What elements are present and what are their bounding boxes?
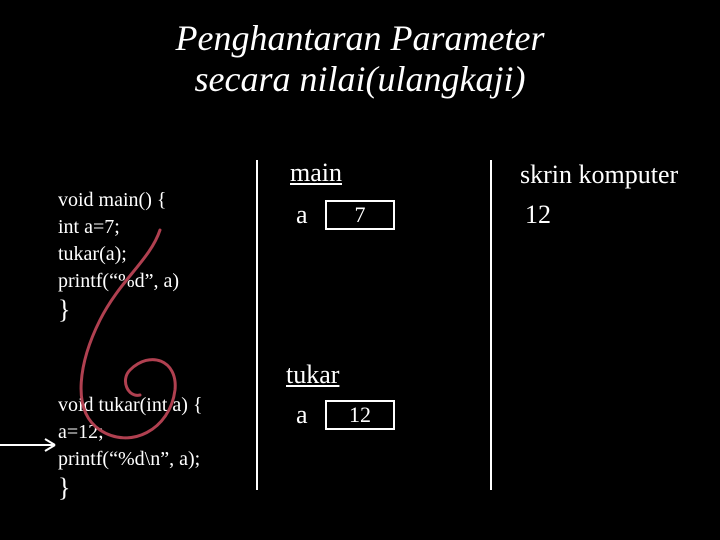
divider-right [490,160,492,490]
output-value: 12 [525,200,551,230]
title-line2: secara nilai(ulangkaji) [195,59,526,99]
var-box-main-a: 7 [325,200,395,230]
title-line1: Penghantaran Parameter [176,18,545,58]
section-label-screen: skrin komputer [520,160,678,190]
var-label-main-a: a [296,200,308,230]
slide-title: Penghantaran Parameter secara nilai(ulan… [0,18,720,101]
var-box-tukar-a: 12 [325,400,395,430]
divider-left [256,160,258,490]
section-label-tukar: tukar [286,360,339,390]
handdrawn-arrow-icon [0,200,230,480]
var-label-tukar-a: a [296,400,308,430]
section-label-main: main [290,158,342,188]
